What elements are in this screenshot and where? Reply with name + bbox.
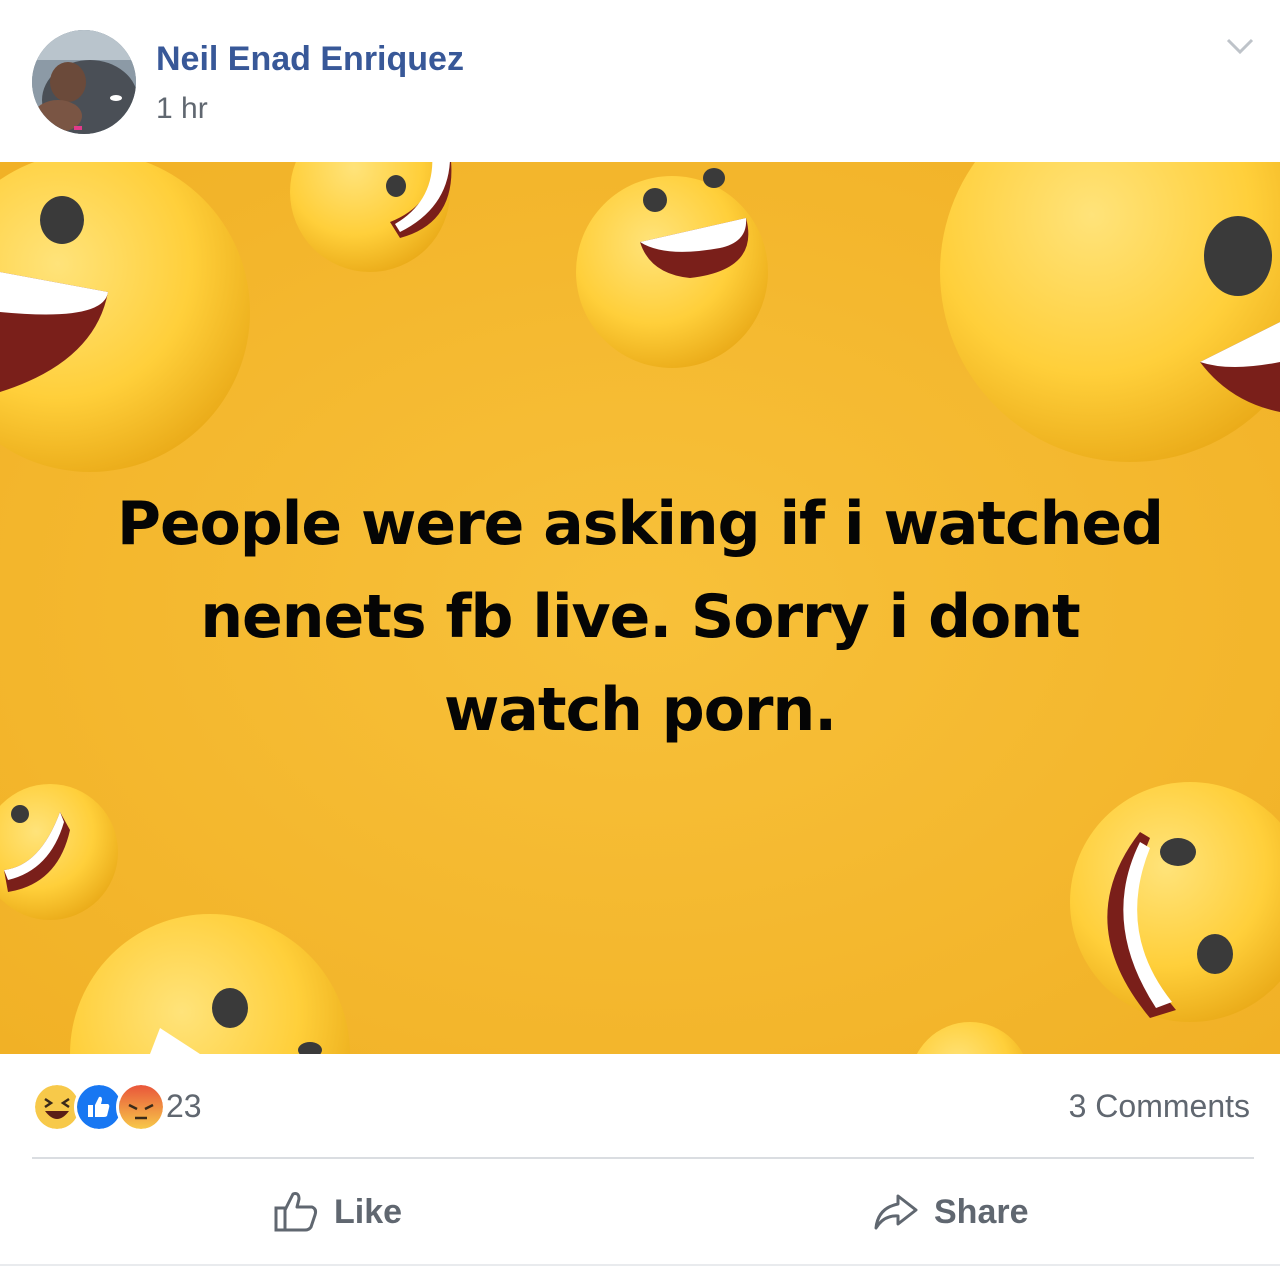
- comments-count-link[interactable]: 3 Comments: [1069, 1088, 1250, 1125]
- post-message: People were asking if i watched nenets f…: [40, 478, 1240, 757]
- share-button[interactable]: Share: [872, 1180, 1029, 1244]
- post-message-line-1: People were asking if i watched: [116, 489, 1164, 559]
- author-avatar[interactable]: [32, 30, 136, 134]
- post-background-card: People were asking if i watched nenets f…: [0, 162, 1280, 1054]
- share-arrow-icon: [874, 1194, 918, 1230]
- thumbs-up-icon: [274, 1192, 318, 1232]
- post-header: Neil Enad Enriquez 1 hr: [0, 0, 1280, 162]
- card-bottom-border: [0, 1264, 1280, 1266]
- post-message-line-3: watch porn.: [443, 675, 837, 745]
- reaction-count[interactable]: 23: [166, 1088, 202, 1125]
- post-message-line-2: nenets fb live. Sorry i dont: [200, 582, 1080, 652]
- share-label: Share: [934, 1192, 1029, 1231]
- like-label: Like: [334, 1192, 403, 1231]
- author-name-link[interactable]: Neil Enad Enriquez: [156, 40, 464, 79]
- like-button[interactable]: Like: [272, 1180, 402, 1244]
- post-timestamp[interactable]: 1 hr: [156, 92, 208, 126]
- actions-divider: [32, 1157, 1254, 1159]
- angry-icon: [116, 1082, 166, 1132]
- chevron-down-icon[interactable]: [1222, 34, 1258, 58]
- post-card: Neil Enad Enriquez 1 hr People were aski…: [0, 0, 1280, 1280]
